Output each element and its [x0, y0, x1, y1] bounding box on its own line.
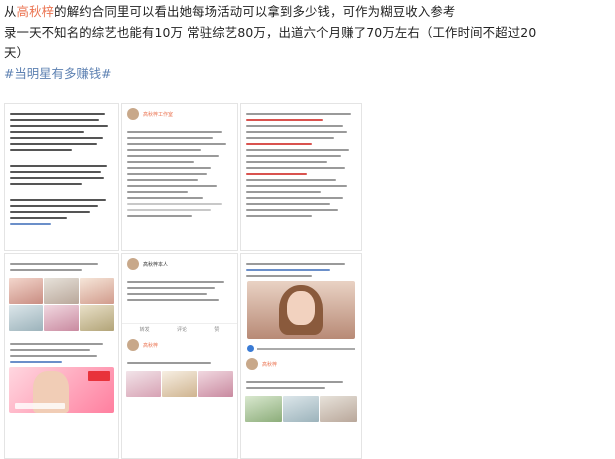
comment-button[interactable]: 评论: [177, 326, 187, 333]
avatar: [127, 108, 139, 120]
account-name: 高秋梓: [143, 342, 159, 349]
weibo-screenshot-photos[interactable]: [4, 253, 119, 459]
repost-button[interactable]: 转发: [140, 326, 150, 333]
photo-thumbnail[interactable]: [126, 371, 161, 397]
photo-thumbnail[interactable]: [282, 396, 320, 422]
video-thumbnail[interactable]: [247, 281, 355, 339]
weibo-post: 从高秋梓的解约合同里可以看出她每场活动可以拿到多少钱，可作为糊豆收入参考 录一天…: [4, 2, 608, 84]
text-line1: 的解约合同里可以看出她每场活动可以拿到多少钱，可作为糊豆收入参考: [54, 4, 456, 19]
text-line3: 天）: [4, 45, 30, 60]
account-name: 高秋梓本人: [143, 261, 169, 268]
photo-thumbnail[interactable]: [9, 278, 44, 304]
text-line2: 录一天不知名的综艺也能有10万 常驻综艺80万，出道六个月赚了70万左右（工作时…: [4, 24, 537, 40]
play-icon[interactable]: [247, 345, 254, 352]
avatar: [127, 258, 139, 270]
photo-thumbnail[interactable]: [198, 371, 233, 397]
hashtag-link[interactable]: #当明星有多赚钱#: [4, 64, 608, 84]
post-action-bar: 转发 评论 赞: [122, 323, 237, 335]
weibo-screenshot-timeline[interactable]: [240, 103, 362, 251]
photo-thumbnail[interactable]: [79, 278, 114, 304]
promo-banner[interactable]: [9, 367, 114, 413]
image-grid: 高秋梓工作室 高秋梓本人 转发 评论 赞 高秋梓 高秋梓: [4, 103, 610, 459]
post-body: 从高秋梓的解约合同里可以看出她每场活动可以拿到多少钱，可作为糊豆收入参考 录一天…: [4, 2, 608, 64]
photo-thumbnail[interactable]: [44, 278, 79, 304]
photo-thumbnail[interactable]: [79, 305, 114, 331]
photo-thumbnail[interactable]: [162, 371, 197, 397]
like-button[interactable]: 赞: [214, 326, 219, 333]
weibo-screenshot-post[interactable]: 高秋梓本人 转发 评论 赞 高秋梓: [121, 253, 238, 459]
weibo-screenshot-video[interactable]: 高秋梓: [240, 253, 362, 459]
photo-thumbnail[interactable]: [9, 305, 44, 331]
photo-thumbnail[interactable]: [320, 396, 357, 422]
contract-text-image[interactable]: [4, 103, 119, 251]
avatar: [127, 339, 139, 351]
account-name: 高秋梓工作室: [143, 111, 174, 118]
text-prefix: 从: [4, 4, 17, 19]
photo-thumbnail[interactable]: [44, 305, 79, 331]
avatar: [246, 358, 258, 370]
photo-thumbnail[interactable]: [245, 396, 282, 422]
account-name: 高秋梓: [262, 361, 278, 368]
mention-link[interactable]: 高秋梓: [17, 4, 55, 19]
weibo-screenshot-list[interactable]: 高秋梓工作室: [121, 103, 238, 251]
